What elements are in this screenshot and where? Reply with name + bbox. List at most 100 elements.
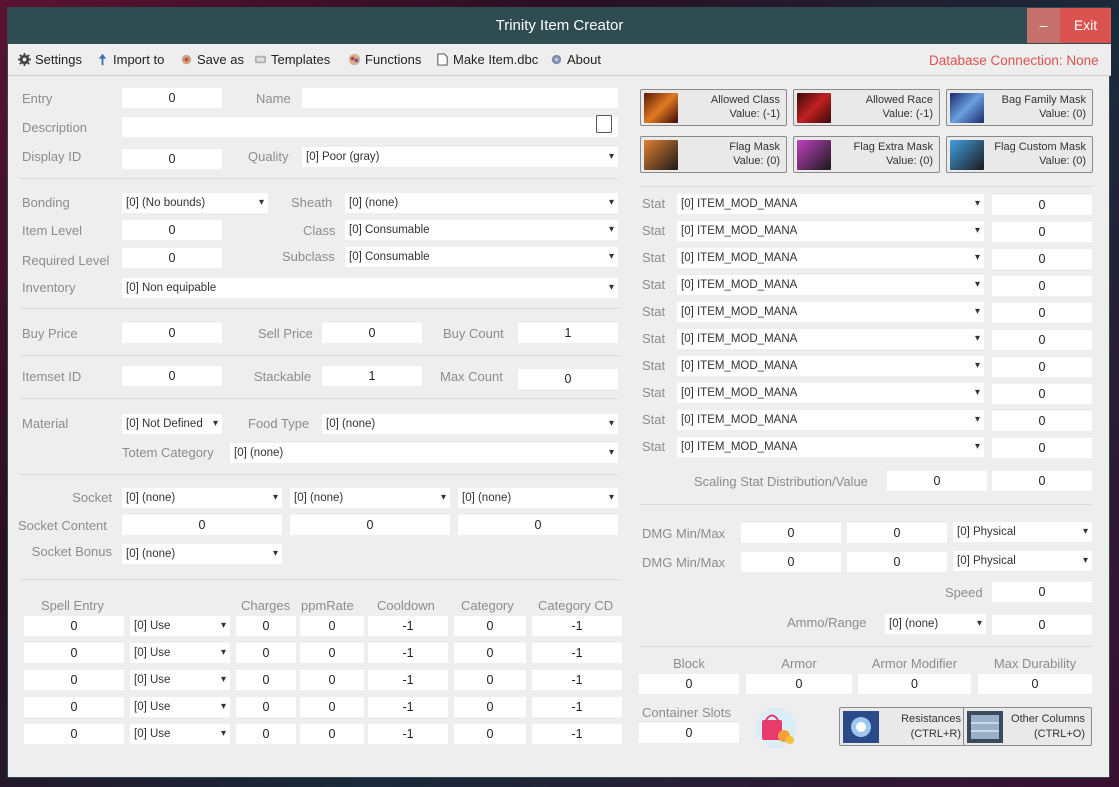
inventory-select[interactable]: [0] Non equipable xyxy=(122,278,618,298)
stat-value-field[interactable]: 0 xyxy=(992,384,1092,404)
spell-cooldown-field[interactable]: -1 xyxy=(368,724,448,744)
stat-value-field[interactable]: 0 xyxy=(992,438,1092,458)
spell-entry-field[interactable]: 0 xyxy=(24,697,124,717)
stat-type-select[interactable]: [0] ITEM_MOD_MANA xyxy=(677,194,984,214)
spell-trigger-select[interactable]: [0] Use xyxy=(130,724,230,744)
stat-value-field[interactable]: 0 xyxy=(992,276,1092,296)
buy-price-field[interactable]: 0 xyxy=(122,323,222,343)
spell-trigger-select[interactable]: [0] Use xyxy=(130,670,230,690)
max-count-field[interactable]: 0 xyxy=(518,369,618,389)
totem-category-select[interactable]: [0] (none) xyxy=(230,443,618,463)
entry-field[interactable]: 0 xyxy=(122,88,222,108)
spell-cooldown-field[interactable]: -1 xyxy=(368,697,448,717)
spell-trigger-select[interactable]: [0] Use xyxy=(130,643,230,663)
spell-entry-field[interactable]: 0 xyxy=(24,616,124,636)
spell-category-field[interactable]: 0 xyxy=(454,724,526,744)
menu-about[interactable]: About xyxy=(550,52,601,67)
menu-templates[interactable]: Templates xyxy=(254,52,330,67)
menu-save[interactable]: Save as xyxy=(180,52,244,67)
socket-content-3[interactable]: 0 xyxy=(458,515,618,535)
socket-3-select[interactable]: [0] (none) xyxy=(458,488,618,508)
container-slots-field[interactable]: 0 xyxy=(639,723,739,743)
minimize-button[interactable]: – xyxy=(1027,8,1060,43)
stat-type-select[interactable]: [0] ITEM_MOD_MANA xyxy=(677,248,984,268)
spell-charges-field[interactable]: 0 xyxy=(236,643,296,663)
spell-entry-field[interactable]: 0 xyxy=(24,670,124,690)
required-level-field[interactable]: 0 xyxy=(122,248,222,268)
stat-value-field[interactable]: 0 xyxy=(992,249,1092,269)
socket-1-select[interactable]: [0] (none) xyxy=(122,488,282,508)
flag-mask-button[interactable]: Flag Mask Value: (0) xyxy=(640,136,787,173)
material-select[interactable]: [0] Not Defined xyxy=(122,414,222,434)
stat-type-select[interactable]: [0] ITEM_MOD_MANA xyxy=(677,383,984,403)
spell-charges-field[interactable]: 0 xyxy=(236,697,296,717)
spell-cooldown-field[interactable]: -1 xyxy=(368,670,448,690)
allowed-class-button[interactable]: Allowed Class Value: (-1) xyxy=(640,89,787,126)
spell-category-cd-field[interactable]: -1 xyxy=(532,643,622,663)
other-columns-button[interactable]: Other Columns (CTRL+O) xyxy=(963,707,1092,746)
flag-extra-mask-button[interactable]: Flag Extra Mask Value: (0) xyxy=(793,136,940,173)
dmg-min-2[interactable]: 0 xyxy=(741,552,841,572)
spell-charges-field[interactable]: 0 xyxy=(236,670,296,690)
menu-functions[interactable]: Functions xyxy=(348,52,421,67)
spell-category-cd-field[interactable]: -1 xyxy=(532,697,622,717)
itemset-field[interactable]: 0 xyxy=(122,366,222,386)
stat-type-select[interactable]: [0] ITEM_MOD_MANA xyxy=(677,275,984,295)
stat-type-select[interactable]: [0] ITEM_MOD_MANA xyxy=(677,329,984,349)
display-id-field[interactable]: 0 xyxy=(122,149,222,169)
spell-ppmrate-field[interactable]: 0 xyxy=(300,724,364,744)
stat-value-field[interactable]: 0 xyxy=(992,303,1092,323)
spell-trigger-select[interactable]: [0] Use xyxy=(130,697,230,717)
sheath-select[interactable]: [0] (none) xyxy=(345,193,618,213)
spell-trigger-select[interactable]: [0] Use xyxy=(130,616,230,636)
spell-category-field[interactable]: 0 xyxy=(454,616,526,636)
spell-category-cd-field[interactable]: -1 xyxy=(532,724,622,744)
max-durability-field[interactable]: 0 xyxy=(978,674,1092,694)
flag-custom-mask-button[interactable]: Flag Custom Mask Value: (0) xyxy=(946,136,1093,173)
stat-type-select[interactable]: [0] ITEM_MOD_MANA xyxy=(677,356,984,376)
spell-ppmrate-field[interactable]: 0 xyxy=(300,643,364,663)
scaling-dist-field[interactable]: 0 xyxy=(887,471,987,491)
allowed-race-button[interactable]: Allowed Race Value: (-1) xyxy=(793,89,940,126)
menu-import[interactable]: Import to xyxy=(96,52,164,67)
quality-select[interactable]: [0] Poor (gray) xyxy=(302,147,618,167)
food-type-select[interactable]: [0] (none) xyxy=(322,414,618,434)
stat-type-select[interactable]: [0] ITEM_MOD_MANA xyxy=(677,302,984,322)
ammo-select[interactable]: [0] (none) xyxy=(885,614,986,634)
stat-type-select[interactable]: [0] ITEM_MOD_MANA xyxy=(677,437,984,457)
socket-2-select[interactable]: [0] (none) xyxy=(290,488,450,508)
exit-button[interactable]: Exit xyxy=(1060,8,1111,43)
stat-value-field[interactable]: 0 xyxy=(992,195,1092,215)
armor-field[interactable]: 0 xyxy=(746,674,852,694)
socket-bonus-select[interactable]: [0] (none) xyxy=(122,544,282,564)
spell-ppmrate-field[interactable]: 0 xyxy=(300,670,364,690)
class-select[interactable]: [0] Consumable xyxy=(345,220,618,240)
stackable-field[interactable]: 1 xyxy=(322,366,422,386)
spell-ppmrate-field[interactable]: 0 xyxy=(300,616,364,636)
resistances-button[interactable]: Resistances (CTRL+R) xyxy=(839,707,968,746)
speed-field[interactable]: 0 xyxy=(992,582,1092,602)
stat-value-field[interactable]: 0 xyxy=(992,357,1092,377)
stat-type-select[interactable]: [0] ITEM_MOD_MANA xyxy=(677,221,984,241)
bonding-select[interactable]: [0] (No bounds) xyxy=(122,193,268,213)
dmg-max-1[interactable]: 0 xyxy=(847,523,947,543)
dmg-min-1[interactable]: 0 xyxy=(741,523,841,543)
menu-make-dbc[interactable]: Make Item.dbc xyxy=(436,52,538,67)
spell-category-cd-field[interactable]: -1 xyxy=(532,670,622,690)
spell-entry-field[interactable]: 0 xyxy=(24,643,124,663)
dmg-type-1[interactable]: [0] Physical xyxy=(953,522,1092,542)
item-level-field[interactable]: 0 xyxy=(122,220,222,240)
dmg-type-2[interactable]: [0] Physical xyxy=(953,551,1092,571)
armor-modifier-field[interactable]: 0 xyxy=(858,674,971,694)
stat-type-select[interactable]: [0] ITEM_MOD_MANA xyxy=(677,410,984,430)
spell-category-cd-field[interactable]: -1 xyxy=(532,616,622,636)
block-field[interactable]: 0 xyxy=(639,674,739,694)
socket-content-2[interactable]: 0 xyxy=(290,515,450,535)
spell-category-field[interactable]: 0 xyxy=(454,670,526,690)
ammo-value-field[interactable]: 0 xyxy=(992,615,1092,635)
description-field[interactable] xyxy=(122,117,618,137)
scaling-value-field[interactable]: 0 xyxy=(992,471,1092,491)
spell-category-field[interactable]: 0 xyxy=(454,643,526,663)
name-field[interactable] xyxy=(302,88,618,108)
menu-settings[interactable]: Settings xyxy=(18,52,82,67)
